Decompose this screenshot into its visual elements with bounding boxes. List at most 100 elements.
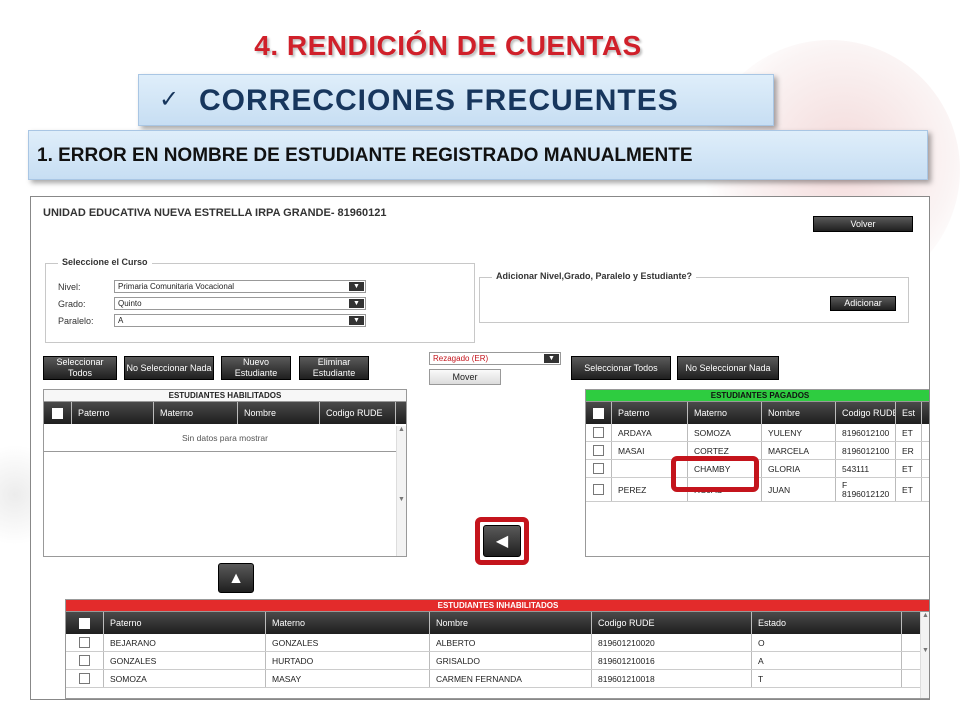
cell: SOMOZA bbox=[688, 424, 762, 441]
app-screenshot: UNIDAD EDUCATIVA NUEVA ESTRELLA IRPA GRA… bbox=[30, 196, 930, 700]
column-header[interactable]: Est bbox=[896, 402, 922, 424]
select-all-right-button[interactable]: Seleccionar Todos bbox=[571, 356, 671, 380]
cell: T bbox=[752, 670, 902, 687]
vertical-scrollbar[interactable]: ▲ ▼ bbox=[920, 612, 929, 698]
column-header[interactable]: Nombre bbox=[430, 612, 592, 634]
column-header[interactable]: Materno bbox=[154, 402, 238, 424]
chevron-down-icon: ▼ bbox=[349, 316, 364, 325]
inhabilitados-header: Paterno Materno Nombre Codigo RUDE Estad… bbox=[66, 612, 929, 634]
table-row[interactable]: BEJARANO GONZALES ALBERTO 819601210020 O bbox=[66, 634, 929, 652]
nivel-select[interactable]: Primaria Comunitaria Vocacional ▼ bbox=[114, 280, 366, 293]
empty-message: Sin datos para mostrar bbox=[44, 424, 406, 452]
column-header[interactable]: Paterno bbox=[72, 402, 154, 424]
nivel-label: Nivel: bbox=[58, 282, 81, 292]
checkbox[interactable] bbox=[593, 445, 604, 456]
checkbox[interactable] bbox=[593, 463, 604, 474]
new-student-button[interactable]: Nuevo Estudiante bbox=[221, 356, 291, 380]
column-header[interactable]: Estado bbox=[752, 612, 902, 634]
cell: 8196012100 bbox=[836, 442, 896, 459]
checkbox[interactable] bbox=[593, 427, 604, 438]
cell: A bbox=[752, 652, 902, 669]
cell: MARCELA bbox=[762, 442, 836, 459]
column-header[interactable]: Codigo RUDE bbox=[592, 612, 752, 634]
cell: 819601210020 bbox=[592, 634, 752, 651]
table-row[interactable]: SOMOZA MASAY CARMEN FERNANDA 81960121001… bbox=[66, 670, 929, 688]
column-header[interactable]: Materno bbox=[688, 402, 762, 424]
cell: ET bbox=[896, 478, 922, 501]
cell: F 8196012120 bbox=[836, 478, 896, 501]
cell: ET bbox=[896, 424, 922, 441]
cell: ER bbox=[896, 442, 922, 459]
inhabilitados-grid: ESTUDIANTES INHABILITADOS Paterno Matern… bbox=[65, 599, 929, 699]
arrow-up-icon: ▲ bbox=[228, 569, 244, 587]
cell: BEJARANO bbox=[104, 634, 266, 651]
nivel-value: Primaria Comunitaria Vocacional bbox=[118, 282, 235, 291]
habilitados-select-all[interactable] bbox=[44, 402, 72, 424]
cell: 819601210018 bbox=[592, 670, 752, 687]
chevron-down-icon: ▼ bbox=[349, 299, 364, 308]
arrow-left-icon: ◀ bbox=[495, 532, 509, 550]
checkbox[interactable] bbox=[52, 407, 63, 419]
column-header[interactable]: Materno bbox=[266, 612, 430, 634]
cell: ALBERTO bbox=[430, 634, 592, 651]
cell: ET bbox=[896, 460, 922, 477]
select-all-button[interactable]: Seleccionar Todos bbox=[43, 356, 117, 380]
cell: 543111 bbox=[836, 460, 896, 477]
table-row[interactable]: GONZALES HURTADO GRISALDO 819601210016 A bbox=[66, 652, 929, 670]
section-text: 1. ERROR EN NOMBRE DE ESTUDIANTE REGISTR… bbox=[37, 145, 693, 166]
column-header[interactable]: Paterno bbox=[104, 612, 266, 634]
column-header[interactable]: Nombre bbox=[762, 402, 836, 424]
table-row[interactable]: MASAI CORTEZ MARCELA 8196012100 ER bbox=[586, 442, 929, 460]
grado-select[interactable]: Quinto ▼ bbox=[114, 297, 366, 310]
mover-button[interactable]: Mover bbox=[429, 369, 501, 385]
inhabilitados-select-all[interactable] bbox=[66, 612, 104, 634]
checkbox[interactable] bbox=[79, 655, 90, 666]
cell: GRISALDO bbox=[430, 652, 592, 669]
checkbox[interactable] bbox=[79, 617, 90, 629]
volver-button[interactable]: Volver bbox=[813, 216, 913, 232]
cell: YULENY bbox=[762, 424, 836, 441]
table-row[interactable]: ARDAYA SOMOZA YULENY 8196012100 ET bbox=[586, 424, 929, 442]
adicionar-button[interactable]: Adicionar bbox=[830, 296, 896, 311]
cell: O bbox=[752, 634, 902, 651]
pagados-header: Paterno Materno Nombre Codigo RUDE Est bbox=[586, 402, 929, 424]
cell: 8196012100 bbox=[836, 424, 896, 441]
cell: GLORIA bbox=[762, 460, 836, 477]
pagados-select-all[interactable] bbox=[586, 402, 612, 424]
paralelo-select[interactable]: A ▼ bbox=[114, 314, 366, 327]
column-header[interactable]: Paterno bbox=[612, 402, 688, 424]
paralelo-label: Paralelo: bbox=[58, 316, 94, 326]
checkbox[interactable] bbox=[79, 637, 90, 648]
add-fieldset: Adicionar Nivel,Grado, Paralelo y Estudi… bbox=[479, 271, 909, 323]
column-header[interactable]: Codigo RUDE bbox=[836, 402, 896, 424]
subtitle-banner: ✓ CORRECCIONES FRECUENTES bbox=[138, 74, 774, 126]
checkbox[interactable] bbox=[593, 484, 604, 495]
course-fieldset: Seleccione el Curso Nivel: Primaria Comu… bbox=[45, 257, 475, 343]
status-value: Rezagado (ER) bbox=[433, 354, 489, 363]
habilitados-title: ESTUDIANTES HABILITADOS bbox=[44, 390, 406, 402]
habilitados-header: Paterno Materno Nombre Codigo RUDE bbox=[44, 402, 406, 424]
status-select[interactable]: Rezagado (ER) ▼ bbox=[429, 352, 561, 365]
column-header[interactable]: Nombre bbox=[238, 402, 320, 424]
pagados-title: ESTUDIANTES PAGADOS bbox=[586, 390, 929, 402]
move-left-button[interactable]: ◀ bbox=[483, 525, 521, 557]
cell: MASAY bbox=[266, 670, 430, 687]
cell: JUAN bbox=[762, 478, 836, 501]
cell: HURTADO bbox=[266, 652, 430, 669]
column-header[interactable]: Codigo RUDE bbox=[320, 402, 396, 424]
delete-student-button[interactable]: Eliminar Estudiante bbox=[299, 356, 369, 380]
checkbox[interactable] bbox=[593, 407, 604, 419]
chevron-down-icon: ▼ bbox=[544, 354, 559, 363]
paralelo-value: A bbox=[118, 316, 124, 325]
subtitle-text: CORRECCIONES FRECUENTES bbox=[199, 84, 679, 117]
move-up-button[interactable]: ▲ bbox=[218, 563, 254, 593]
select-none-button[interactable]: No Seleccionar Nada bbox=[124, 356, 214, 380]
checkbox[interactable] bbox=[79, 673, 90, 684]
select-none-right-button[interactable]: No Seleccionar Nada bbox=[677, 356, 779, 380]
highlight-box bbox=[671, 456, 759, 492]
vertical-scrollbar[interactable]: ▲ ▼ bbox=[396, 426, 406, 556]
cell: GONZALES bbox=[266, 634, 430, 651]
cell: GONZALES bbox=[104, 652, 266, 669]
slide-title: 4. RENDICIÓN DE CUENTAS bbox=[254, 30, 642, 61]
add-legend: Adicionar Nivel,Grado, Paralelo y Estudi… bbox=[492, 271, 697, 281]
